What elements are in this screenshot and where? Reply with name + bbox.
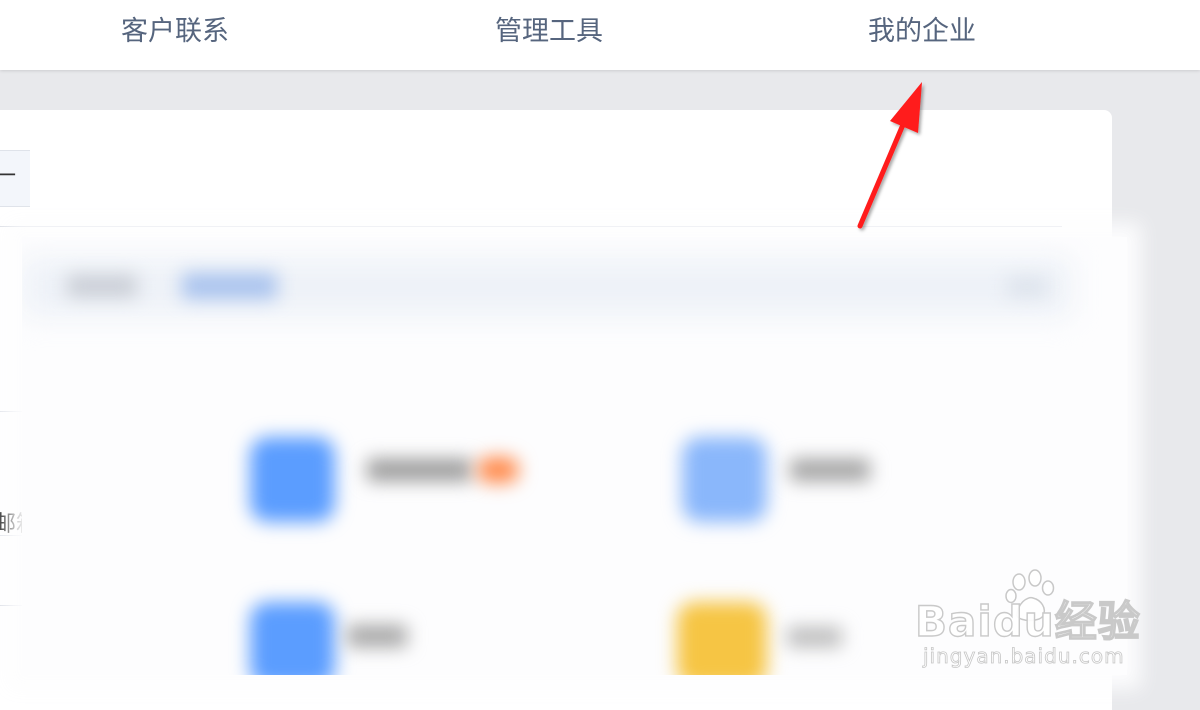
watermark-url: jingyan.baidu.com <box>923 644 1125 669</box>
watermark-logo-text: Baidu经验 <box>914 596 1141 646</box>
watermark: Baidu经验 jingyan.baidu.com <box>914 560 1155 675</box>
blurred-header-action[interactable] <box>1007 277 1047 297</box>
card-divider <box>0 226 1062 227</box>
partial-tab-label: 一 <box>0 164 17 189</box>
blurred-app-icon[interactable] <box>677 602 767 675</box>
top-nav-bar: 客户联系 管理工具 我的企业 <box>0 0 1200 70</box>
nav-item-my-company[interactable]: 我的企业 <box>868 12 976 52</box>
blurred-app-name <box>347 625 407 647</box>
blurred-badge <box>477 457 519 483</box>
blurred-app-icon[interactable] <box>250 437 335 522</box>
blurred-tab[interactable] <box>67 275 137 297</box>
blurred-tab-active[interactable] <box>182 273 277 299</box>
blurred-app-icon[interactable] <box>250 602 335 675</box>
nav-item-management-tools[interactable]: 管理工具 <box>495 12 603 52</box>
nav-item-customer-contact[interactable]: 客户联系 <box>121 12 229 52</box>
blurred-app-name <box>367 459 472 481</box>
blurred-app-name <box>790 459 870 481</box>
blurred-tab-header <box>22 257 1072 317</box>
blurred-app-name <box>787 627 842 647</box>
blurred-app-icon[interactable] <box>682 437 767 522</box>
